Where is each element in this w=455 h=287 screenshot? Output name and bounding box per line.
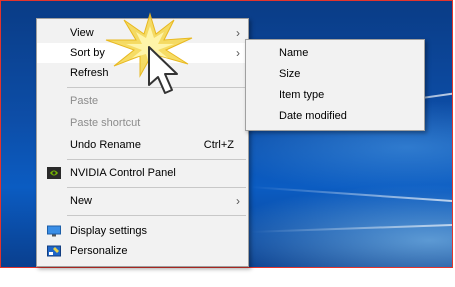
menu-item-paste[interactable]: Paste bbox=[37, 91, 248, 111]
menu-item-label: Paste bbox=[70, 95, 99, 107]
submenu-item-label: Size bbox=[279, 68, 301, 80]
nvidia-icon bbox=[47, 167, 61, 179]
bottom-strip bbox=[0, 268, 455, 287]
chevron-right-icon: › bbox=[236, 26, 240, 40]
submenu-item-label: Name bbox=[279, 47, 309, 59]
chevron-right-icon: › bbox=[236, 46, 240, 60]
submenu-item-date-modified[interactable]: Date modified bbox=[246, 106, 424, 126]
menu-item-new[interactable]: New › bbox=[37, 191, 248, 211]
submenu-item-size[interactable]: Size bbox=[246, 64, 424, 84]
menu-separator bbox=[67, 187, 246, 188]
menu-separator bbox=[67, 215, 246, 216]
menu-item-label: Display settings bbox=[70, 225, 148, 237]
menu-item-label: Personalize bbox=[70, 245, 128, 257]
submenu-item-label: Date modified bbox=[279, 110, 347, 122]
menu-item-label: Undo Rename bbox=[70, 139, 141, 151]
menu-item-nvidia-control-panel[interactable]: NVIDIA Control Panel bbox=[37, 163, 248, 183]
wallpaper-light-beam bbox=[250, 221, 452, 233]
menu-item-shortcut: Ctrl+Z bbox=[203, 139, 234, 151]
wallpaper-light-beam bbox=[250, 186, 452, 205]
display-icon bbox=[47, 225, 61, 237]
menu-item-label: New bbox=[70, 195, 93, 207]
menu-item-paste-shortcut[interactable]: Paste shortcut bbox=[37, 113, 248, 133]
menu-item-label: View bbox=[70, 27, 94, 39]
submenu-item-item-type[interactable]: Item type bbox=[246, 85, 424, 105]
menu-item-display-settings[interactable]: Display settings bbox=[37, 221, 248, 241]
menu-item-label: NVIDIA Control Panel bbox=[70, 167, 176, 179]
submenu-item-name[interactable]: Name bbox=[246, 43, 424, 63]
sort-by-submenu: Name Size Item type Date modified bbox=[245, 39, 425, 131]
submenu-item-label: Item type bbox=[279, 89, 325, 101]
menu-item-undo-rename[interactable]: Undo Rename Ctrl+Z bbox=[37, 135, 248, 155]
menu-item-label: Paste shortcut bbox=[70, 117, 141, 129]
menu-item-personalize[interactable]: Personalize bbox=[37, 241, 248, 261]
chevron-right-icon: › bbox=[236, 194, 240, 208]
menu-separator bbox=[67, 159, 246, 160]
mouse-pointer-icon bbox=[148, 46, 178, 94]
personalize-icon bbox=[47, 245, 61, 257]
